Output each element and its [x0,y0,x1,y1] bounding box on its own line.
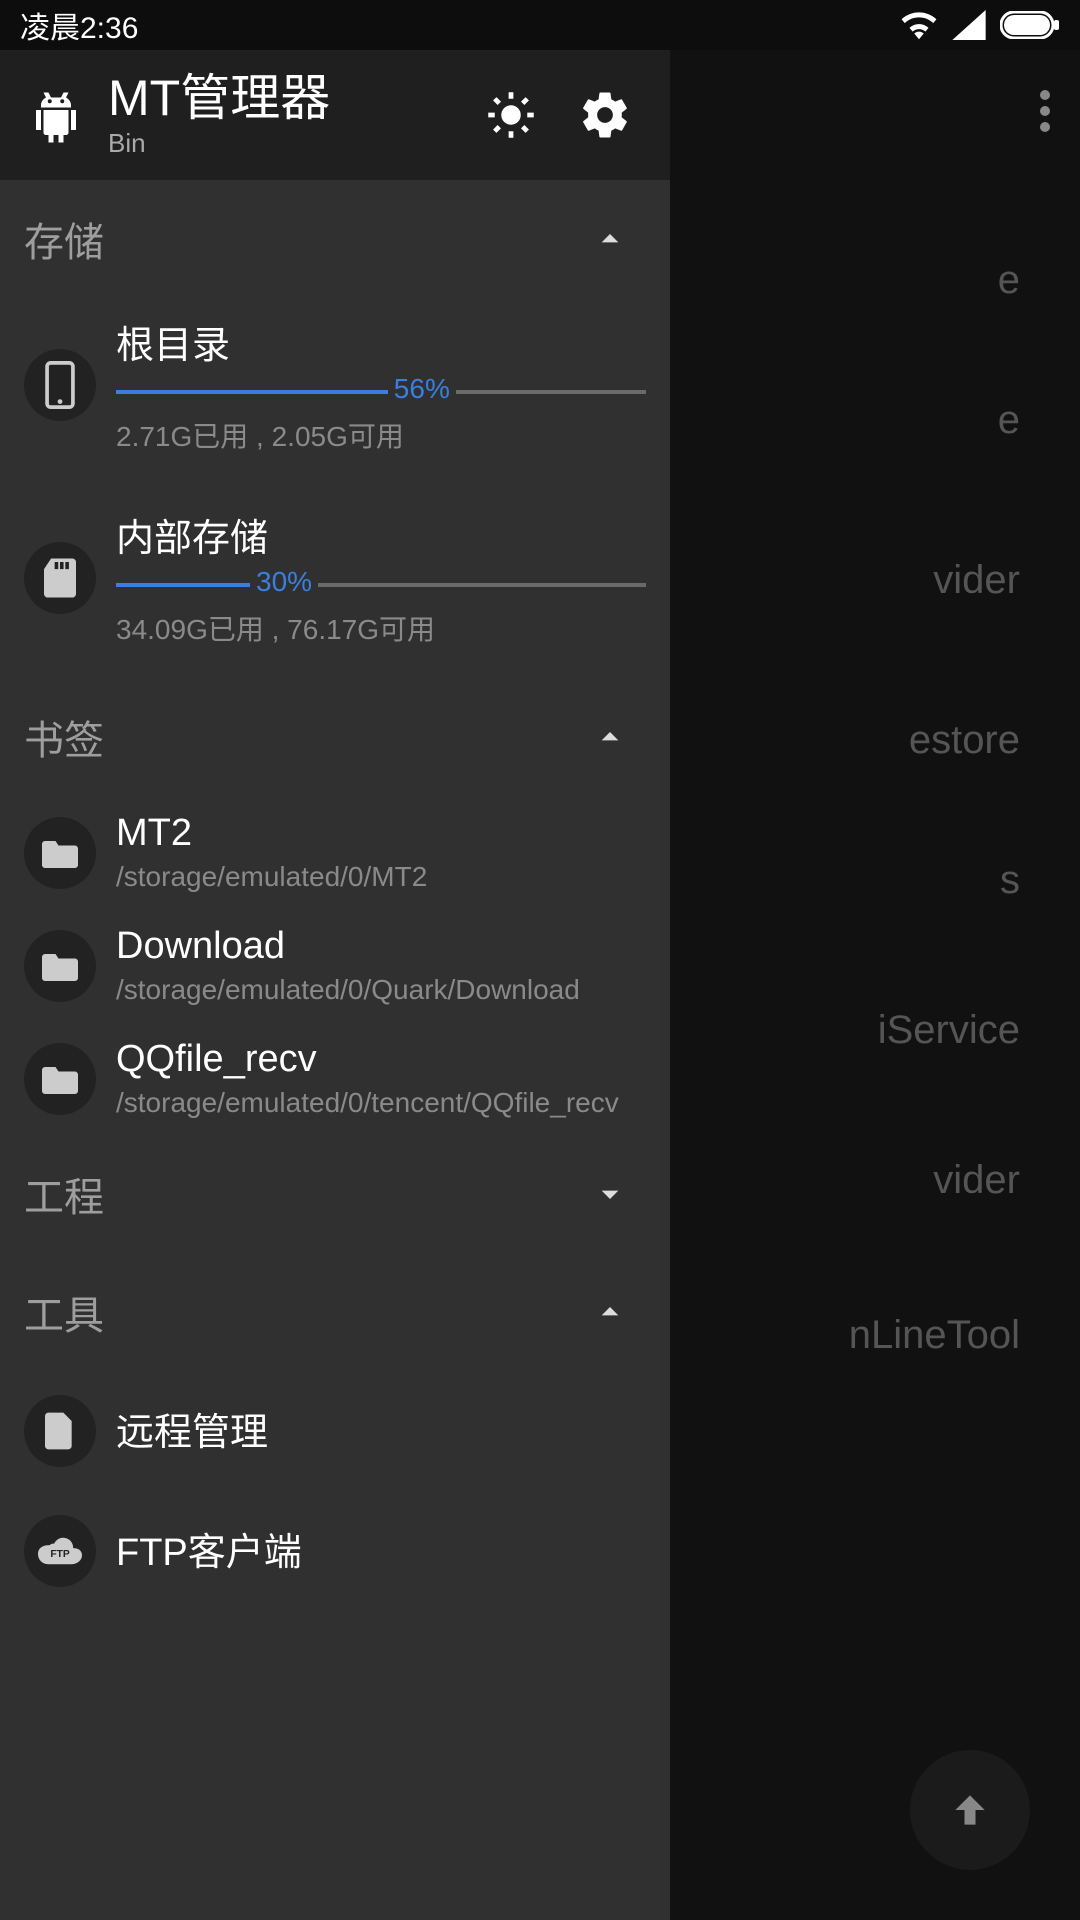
section-label: 书签 [24,708,104,766]
bookmark-title: QQfile_recv [116,1038,646,1081]
bookmark-title: Download [116,925,646,968]
bookmark-path: /storage/emulated/0/Quark/Download [116,974,646,1006]
bookmark-item[interactable]: Download /storage/emulated/0/Quark/Downl… [0,909,670,1022]
storage-item-internal[interactable]: 内部存储 30% 34.09G已用 , 76.17G可用 [0,491,670,664]
bookmark-path: /storage/emulated/0/MT2 [116,861,646,893]
chevron-up-icon [590,219,630,259]
gear-icon [578,87,632,143]
drawer-header: MT管理器 Bin [0,50,670,180]
section-label: 工具 [24,1283,104,1341]
section-header-bookmarks[interactable]: 书签 [0,678,670,796]
storage-detail: 2.71G已用 , 2.05G可用 [116,415,646,455]
storage-percent: 56% [388,373,456,405]
status-icons [900,10,1060,40]
storage-item-root[interactable]: 根目录 56% 2.71G已用 , 2.05G可用 [0,298,670,471]
bookmark-item[interactable]: QQfile_recv /storage/emulated/0/tencent/… [0,1022,670,1135]
file-icon [24,1395,96,1467]
section-label: 工程 [24,1165,104,1223]
app-subtitle: Bin [108,128,484,159]
section-header-storage[interactable]: 存储 [0,180,670,298]
ftp-cloud-icon: FTP [24,1515,96,1587]
status-bar: 凌晨2:36 [0,0,1080,50]
section-header-tools[interactable]: 工具 [0,1253,670,1371]
svg-text:FTP: FTP [50,1549,70,1560]
storage-percent: 30% [250,566,318,598]
folder-icon [24,1043,96,1115]
chevron-up-icon [590,1292,630,1332]
status-time: 凌晨2:36 [20,3,138,47]
tool-title: 远程管理 [116,1401,646,1456]
section-header-project[interactable]: 工程 [0,1135,670,1253]
wifi-icon [900,10,938,40]
app-title: MT管理器 [108,71,484,126]
bookmark-item[interactable]: MT2 /storage/emulated/0/MT2 [0,796,670,909]
folder-icon [24,930,96,1002]
section-label: 存储 [24,210,104,268]
bookmark-title: MT2 [116,812,646,855]
bookmark-path: /storage/emulated/0/tencent/QQfile_recv [116,1087,646,1119]
navigation-drawer[interactable]: MT管理器 Bin 存储 根目录 [0,50,670,1920]
tool-item-remote[interactable]: 远程管理 [0,1371,670,1491]
chevron-down-icon [590,1174,630,1214]
chevron-up-icon [590,717,630,757]
tool-title: FTP客户端 [116,1521,646,1576]
storage-title: 内部存储 [116,507,646,562]
battery-icon [1000,11,1060,39]
app-logo-icon [26,85,86,145]
tool-item-ftp[interactable]: FTP FTP客户端 [0,1491,670,1611]
phone-icon [24,349,96,421]
sun-icon [485,89,537,141]
storage-title: 根目录 [116,314,646,369]
sdcard-icon [24,542,96,614]
settings-button[interactable] [578,88,632,142]
signal-icon [952,10,986,40]
fab-up-button[interactable] [910,1750,1030,1870]
arrow-up-icon [948,1788,992,1832]
theme-button[interactable] [484,88,538,142]
folder-icon [24,817,96,889]
overflow-menu-button[interactable] [1040,85,1050,145]
storage-detail: 34.09G已用 , 76.17G可用 [116,608,646,648]
